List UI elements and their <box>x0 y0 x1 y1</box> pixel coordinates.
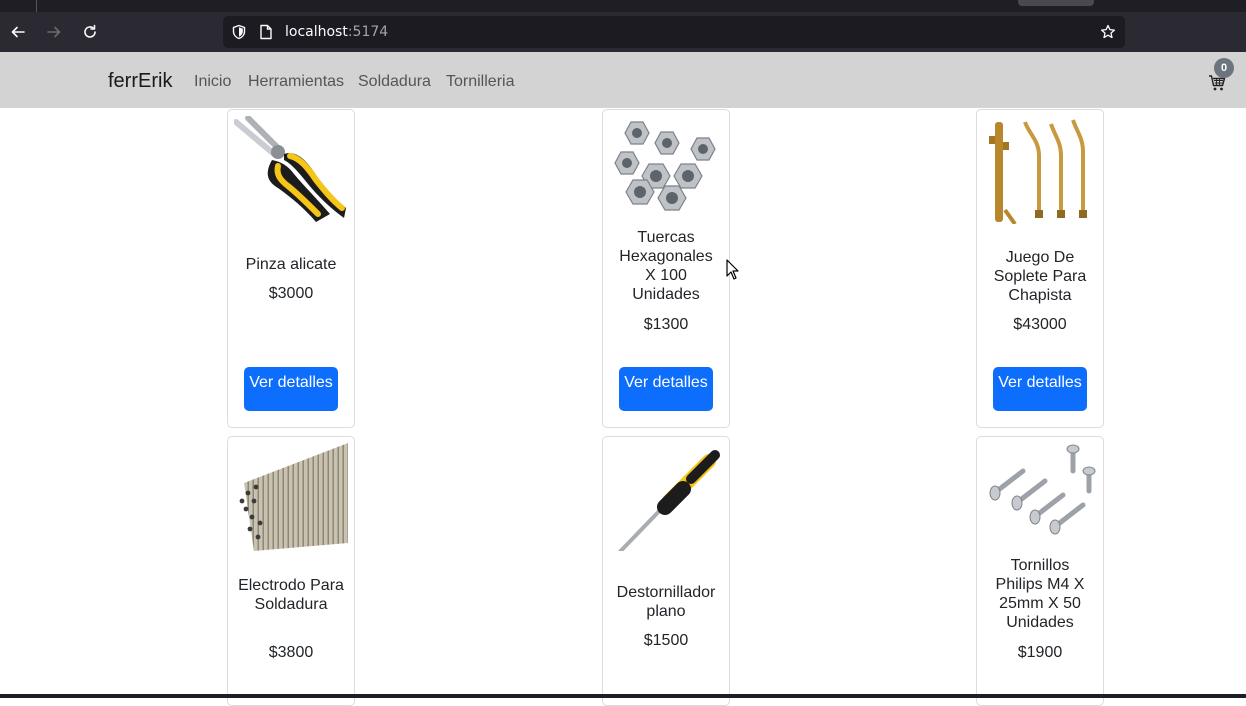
cart-count-badge: 0 <box>1214 58 1234 78</box>
product-price: $1300 <box>643 316 689 333</box>
nav-link-tornilleria[interactable]: Tornilleria <box>446 73 514 91</box>
url-text[interactable]: localhost:5174 <box>285 24 388 40</box>
product-card: Tornillos Philips M4 X 25mm X 50 Unidade… <box>976 436 1104 706</box>
brand-logo[interactable]: ferrErik <box>108 70 172 93</box>
nav-link-soldadura[interactable]: Soldadura <box>358 73 431 91</box>
shield-icon[interactable] <box>231 24 247 40</box>
browser-tab-strip <box>0 0 1246 12</box>
browser-toolbar: localhost:5174 <box>0 12 1246 52</box>
address-bar[interactable]: localhost:5174 <box>223 16 1125 48</box>
bookmark-star-icon[interactable] <box>1100 24 1116 40</box>
back-button[interactable] <box>6 20 30 44</box>
ver-detalles-button[interactable]: Ver detalles <box>993 367 1087 411</box>
nav-link-herramientas[interactable]: Herramientas <box>248 73 344 91</box>
ver-detalles-button[interactable]: Ver detalles <box>619 367 713 411</box>
url-host: localhost <box>285 24 348 40</box>
forward-button[interactable] <box>42 20 66 44</box>
arrow-left-icon <box>11 26 25 38</box>
product-price: $1500 <box>643 632 689 649</box>
tab-separator <box>36 0 37 12</box>
product-card: Destornillador plano $1500 <box>602 436 730 706</box>
product-price: $3800 <box>268 644 314 661</box>
reload-icon <box>84 24 96 38</box>
taskbar-edge <box>0 694 1246 698</box>
welding-rods-image <box>239 443 348 551</box>
product-title: Tuercas Hexagonales X 100 Unidades <box>619 229 713 303</box>
reload-button[interactable] <box>78 20 102 44</box>
screwdriver-image <box>617 450 720 551</box>
product-title: Tornillos Philips M4 X 25mm X 50 Unidade… <box>995 557 1085 631</box>
mouse-cursor-icon <box>726 259 739 280</box>
site-navbar: ferrErik Inicio Herramientas Soldadura T… <box>0 52 1246 108</box>
product-price: $1900 <box>1017 644 1063 661</box>
url-port: :5174 <box>347 24 389 40</box>
product-title: Destornillador plano <box>616 584 716 620</box>
product-price: $3000 <box>268 285 314 302</box>
product-card: Pinza alicate $3000 Ver detalles <box>227 109 355 428</box>
pliers-image <box>234 116 346 222</box>
product-card: Tuercas Hexagonales X 100 Unidades $1300… <box>602 109 730 428</box>
arrow-right-icon <box>47 26 61 38</box>
product-card: Juego De Soplete Para Chapista $43000 Ve… <box>976 109 1104 428</box>
browser-tab[interactable] <box>1018 0 1094 6</box>
product-title: Juego De Soplete Para Chapista <box>993 249 1087 304</box>
product-title: Electrodo Para Soldadura <box>238 577 344 613</box>
screws-image <box>989 444 1096 535</box>
torch-set-image <box>989 119 1087 224</box>
nav-link-inicio[interactable]: Inicio <box>194 73 231 91</box>
ver-detalles-button[interactable]: Ver detalles <box>244 367 338 411</box>
product-card: Electrodo Para Soldadura $3800 <box>227 436 355 706</box>
product-title: Pinza alicate <box>245 256 337 273</box>
product-price: $43000 <box>1013 316 1067 333</box>
hex-nuts-image <box>614 121 716 211</box>
page-icon[interactable] <box>259 24 273 40</box>
